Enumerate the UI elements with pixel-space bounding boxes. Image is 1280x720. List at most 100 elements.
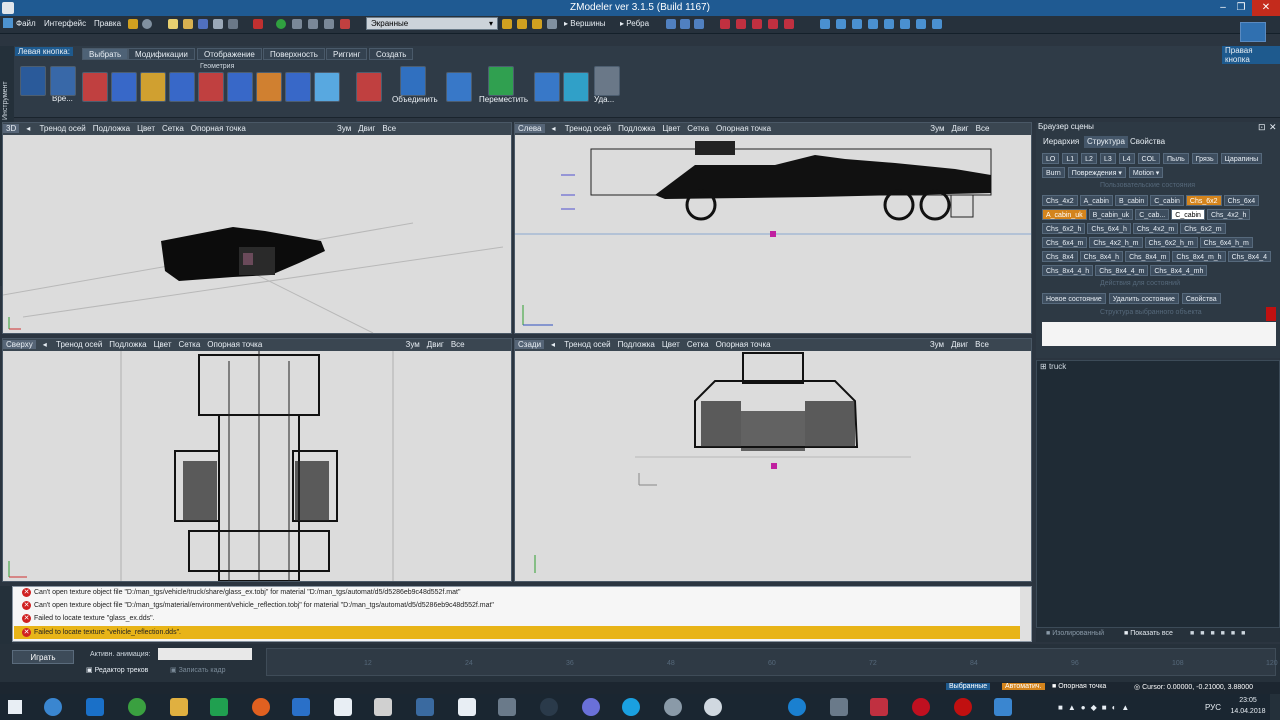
- start-icon[interactable]: [8, 700, 22, 714]
- vp-zoom[interactable]: Зум: [337, 124, 351, 133]
- state-button[interactable]: Chs_4x2_h_m: [1089, 237, 1143, 248]
- geo-icon-2[interactable]: [111, 72, 137, 102]
- alert-icon[interactable]: [1266, 307, 1276, 321]
- sel-icon-2[interactable]: [736, 19, 746, 29]
- log-entry[interactable]: ✕ Can't open texture object file "D:/man_…: [22, 599, 494, 612]
- sel-icon-5[interactable]: [784, 19, 794, 29]
- vp-all[interactable]: Все: [382, 124, 396, 133]
- clock-date[interactable]: 14.04.2018: [1228, 708, 1268, 715]
- vp-zoom[interactable]: Зум: [406, 340, 420, 349]
- scratches-button[interactable]: Царапины: [1220, 153, 1263, 164]
- state-button[interactable]: Chs_4x2_h: [1206, 209, 1251, 220]
- viewport-canvas[interactable]: [515, 135, 1031, 333]
- mode-icon-3[interactable]: [694, 19, 704, 29]
- sel-icon-3[interactable]: [752, 19, 762, 29]
- zmodeler-active-icon[interactable]: [994, 698, 1012, 716]
- vp-menu-backdrop[interactable]: Подложка: [93, 124, 130, 133]
- tree-view-icons[interactable]: ■■■■■■: [1190, 630, 1251, 637]
- zmodeler-task-icon[interactable]: [374, 698, 392, 716]
- state-button[interactable]: Chs_4x2: [1042, 195, 1078, 206]
- vp-menu-grid[interactable]: Сетка: [179, 340, 201, 349]
- viewport-canvas[interactable]: [3, 135, 511, 333]
- status-auto[interactable]: Автоматич.: [1002, 683, 1045, 690]
- vp-zoom[interactable]: Зум: [930, 124, 944, 133]
- vp-pan[interactable]: Двиг: [358, 124, 375, 133]
- vp-menu-axes[interactable]: Тренод осей: [56, 340, 102, 349]
- geo-icon-3[interactable]: [140, 72, 166, 102]
- app-task-icon[interactable]: [664, 698, 682, 716]
- viewport-arrow-icon[interactable]: ◂: [552, 124, 556, 133]
- vp-menu-axes[interactable]: Тренод осей: [39, 124, 85, 133]
- tool4-icon[interactable]: [324, 19, 334, 29]
- lod-button[interactable]: L2: [1081, 153, 1097, 164]
- mode-icon-2[interactable]: [680, 19, 690, 29]
- tab-select[interactable]: Выбрать: [82, 48, 129, 60]
- rotate-icon[interactable]: [20, 66, 46, 96]
- vp-menu-pivot[interactable]: Опорная точка: [716, 124, 771, 133]
- tab-hierarchy[interactable]: Иерархия: [1040, 136, 1082, 148]
- tab-rigging[interactable]: Риггинг: [326, 48, 368, 60]
- record-frame-button[interactable]: ▣ Записать кадр: [170, 666, 226, 674]
- play-button[interactable]: Играть: [12, 650, 74, 664]
- vp-menu-backdrop[interactable]: Подложка: [618, 124, 655, 133]
- float-icon[interactable]: ⊡: [1258, 122, 1266, 133]
- vp-menu-backdrop[interactable]: Подложка: [109, 340, 146, 349]
- vp-menu-color[interactable]: Цвет: [662, 124, 680, 133]
- tool-task-icon[interactable]: [498, 698, 516, 716]
- view-icon-3[interactable]: [852, 19, 862, 29]
- redo-icon[interactable]: [1240, 22, 1266, 42]
- view-icon-8[interactable]: [932, 19, 942, 29]
- sel-icon-4[interactable]: [768, 19, 778, 29]
- wolf-icon[interactable]: [458, 698, 476, 716]
- vp-menu-pivot[interactable]: Опорная точка: [191, 124, 246, 133]
- state-button[interactable]: Chs_6x4_m: [1042, 237, 1088, 248]
- vp-all[interactable]: Все: [451, 340, 465, 349]
- geo-icon-6[interactable]: [227, 72, 253, 102]
- vp-menu-color[interactable]: Цвет: [137, 124, 155, 133]
- close-icon[interactable]: ✕: [1252, 0, 1280, 16]
- state-button[interactable]: A_cabin: [1079, 195, 1113, 206]
- state-button[interactable]: Chs_8x4_h: [1079, 251, 1124, 262]
- vp-pan[interactable]: Двиг: [952, 124, 969, 133]
- minimize-icon[interactable]: –: [1214, 0, 1232, 16]
- burn-button[interactable]: Burn: [1042, 167, 1065, 178]
- refresh-icon[interactable]: [276, 19, 286, 29]
- state-button[interactable]: C_cab...: [1135, 209, 1170, 220]
- state-button[interactable]: Chs_6x4: [1223, 195, 1260, 206]
- geo-icon-5[interactable]: [198, 72, 224, 102]
- menu-file[interactable]: Файл: [16, 19, 36, 28]
- tray-icons[interactable]: ■▲●◆■◐▲: [1058, 703, 1134, 712]
- vp-zoom[interactable]: Зум: [930, 340, 944, 349]
- language-indicator[interactable]: РУС: [1205, 703, 1221, 712]
- state-button[interactable]: Chs_8x4: [1042, 251, 1078, 262]
- discord-icon[interactable]: [582, 698, 600, 716]
- col-button[interactable]: COL: [1137, 153, 1160, 164]
- mode-icon-1[interactable]: [666, 19, 676, 29]
- vp-menu-pivot[interactable]: Опорная точка: [716, 340, 771, 349]
- close-panel-icon[interactable]: ✕: [1269, 122, 1277, 133]
- mirror-icon[interactable]: [446, 72, 472, 102]
- settings-icon[interactable]: [44, 698, 62, 716]
- state-button[interactable]: Chs_8x4_4_h: [1042, 265, 1094, 276]
- tab-surface[interactable]: Поверхность: [263, 48, 325, 60]
- edges-mode[interactable]: ▸ Ребра: [620, 19, 649, 28]
- state-button[interactable]: Chs_8x4_4_mh: [1150, 265, 1208, 276]
- vp-menu-color[interactable]: Цвет: [662, 340, 680, 349]
- combine-icon[interactable]: [400, 66, 426, 96]
- display-mode-select[interactable]: Экранные ▾: [366, 17, 498, 30]
- save-icon[interactable]: [198, 19, 208, 29]
- viewport-arrow-icon[interactable]: ◂: [26, 124, 30, 133]
- open-folder-icon[interactable]: [183, 19, 193, 29]
- viewport-name[interactable]: Сзади: [515, 340, 545, 349]
- state-button[interactable]: Chs_6x4_h: [1087, 223, 1131, 234]
- state-button[interactable]: Chs_6x2_m: [1180, 223, 1226, 234]
- vp-menu-grid[interactable]: Сетка: [687, 340, 709, 349]
- vp-pan[interactable]: Двиг: [427, 340, 444, 349]
- state-button[interactable]: Chs_6x2_h: [1042, 223, 1086, 234]
- tool3-icon[interactable]: [308, 19, 318, 29]
- notifications-icon[interactable]: [1270, 694, 1280, 720]
- log-entry[interactable]: ✕ Can't open texture object file "D:/man_…: [22, 586, 460, 599]
- tab-create[interactable]: Создать: [369, 48, 414, 60]
- app-task-icon-2[interactable]: [704, 698, 722, 716]
- view-icon-7[interactable]: [916, 19, 926, 29]
